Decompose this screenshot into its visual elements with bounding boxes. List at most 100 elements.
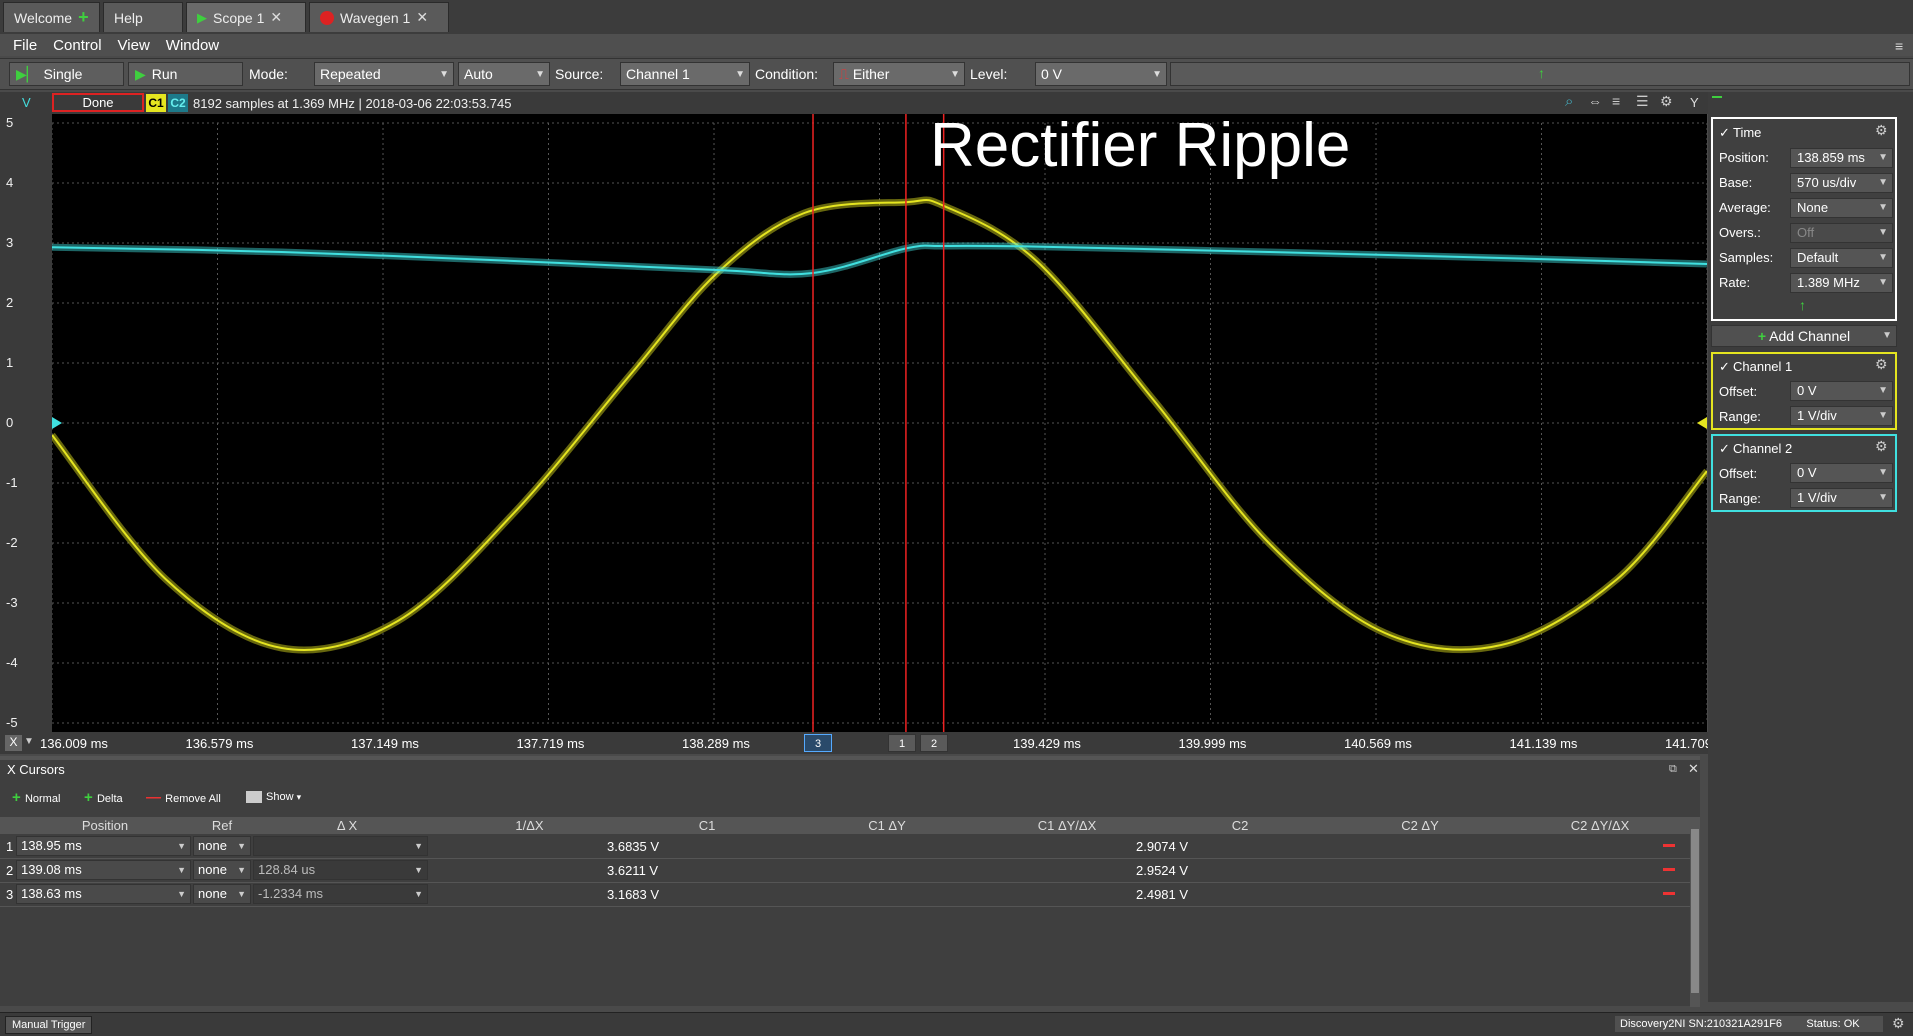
mode-select[interactable]: Repeated ▼ [314, 62, 454, 86]
gear-icon[interactable]: ⚙ [1875, 122, 1888, 139]
c1-badge[interactable]: C1 [146, 94, 166, 112]
time-row-field[interactable]: 570 us/div ▼ [1790, 173, 1893, 193]
remove-cursor-icon[interactable] [1663, 844, 1675, 847]
position-field[interactable]: 139.08 ms ▼ [16, 860, 191, 880]
manual-trigger-button[interactable]: Manual Trigger [5, 1016, 93, 1034]
y-side-label[interactable]: Y [1690, 95, 1699, 110]
position-field[interactable]: 138.63 ms ▼ [16, 884, 191, 904]
delta-x-field[interactable]: 128.84 us ▼ [253, 860, 428, 880]
show-button[interactable]: Show ▾ [246, 791, 301, 804]
channel-2-range-field[interactable]: 1 V/div ▼ [1790, 488, 1893, 508]
trigger-level-slider[interactable]: ↑ [1170, 62, 1910, 86]
column-header[interactable]: C2 ΔY/ΔX [1510, 818, 1690, 833]
chevron-down-icon: ▼ [1878, 385, 1888, 396]
time-row-field[interactable]: 138.859 ms ▼ [1790, 148, 1893, 168]
y-tick-label: 0 [6, 415, 14, 430]
tab-help[interactable]: Help [103, 2, 183, 32]
chevron-down-icon: ▼ [439, 69, 449, 80]
menu-window[interactable]: Window [166, 37, 219, 54]
table-row[interactable]: 2 139.08 ms ▼ none ▼ 128.84 us ▼ 3.6211 V 2.9524… [0, 859, 1690, 883]
scrollbar-thumb[interactable] [1691, 829, 1699, 993]
close-icon[interactable]: ✕ [1688, 761, 1699, 777]
plus-icon[interactable]: + [78, 7, 89, 28]
add-channel-button[interactable]: + Add Channel ▼ [1711, 325, 1897, 347]
column-header[interactable]: Position [0, 818, 210, 833]
x-axis-menu-button[interactable]: X [5, 735, 22, 751]
time-row-field[interactable]: Off ▼ [1790, 223, 1893, 243]
x-tick-label: 136.579 ms [185, 736, 254, 751]
time-row-field[interactable]: 1.389 MHz ▼ [1790, 273, 1893, 293]
time-row-field[interactable]: None ▼ [1790, 198, 1893, 218]
table-scrollbar[interactable] [1690, 817, 1700, 1007]
tab-welcome[interactable]: Welcome + [3, 2, 100, 32]
device-info[interactable]: Discovery2NI SN:210321A291F6 [1615, 1016, 1788, 1032]
expand-arrow-icon[interactable]: ↑ [1799, 297, 1806, 313]
cursor-tag-2[interactable]: 2 [920, 734, 948, 752]
ref-select[interactable]: none ▼ [193, 860, 251, 880]
minus-icon: — [146, 789, 166, 806]
list-alt-icon[interactable]: ☰ [1636, 93, 1649, 110]
column-header[interactable]: Ref [192, 818, 252, 833]
close-icon[interactable]: ✕ [270, 9, 282, 26]
channel-2-offset-field[interactable]: 0 V ▼ [1790, 463, 1893, 483]
collapse-icon[interactable] [1712, 96, 1722, 98]
source-label: Source: [555, 66, 604, 82]
chevron-down-icon[interactable]: ▼ [24, 736, 34, 747]
run-button[interactable]: ▶ Run [128, 62, 243, 86]
scope-plot[interactable]: Rectifier Ripple [52, 114, 1707, 732]
check-icon[interactable]: ✓ [1719, 359, 1730, 375]
tab-wavegen-1[interactable]: Wavegen 1 ✕ [309, 2, 449, 32]
column-header[interactable]: C2 ΔY [1330, 818, 1510, 833]
ref-select[interactable]: none ▼ [193, 884, 251, 904]
single-button[interactable]: ▶▏ Single [9, 62, 124, 86]
tab-label: Wavegen 1 [340, 9, 411, 26]
column-header[interactable]: C1 ΔY [797, 818, 977, 833]
table-row[interactable]: 1 138.95 ms ▼ none ▼ ▼ 3.6835 V 2.9074 V [0, 835, 1690, 859]
ref-select[interactable]: none ▼ [193, 836, 251, 856]
column-header[interactable]: C2 [1150, 818, 1330, 833]
gear-icon[interactable]: ⚙ [1892, 1015, 1905, 1032]
menu-control[interactable]: Control [53, 37, 101, 54]
undock-icon[interactable]: ⧉ [1669, 763, 1677, 776]
panel-splitter[interactable] [0, 756, 1700, 760]
delta-x-field[interactable]: -1.2334 ms ▼ [253, 884, 428, 904]
gear-icon[interactable]: ⚙ [1875, 356, 1888, 373]
zoom-icon[interactable]: ⌕ [1565, 93, 1573, 110]
add-normal-cursor-button[interactable]: + Normal [12, 789, 60, 806]
auto-select[interactable]: Auto ▼ [458, 62, 550, 86]
menu-view[interactable]: View [118, 37, 150, 54]
x-tick-label: 141.139 ms [1509, 736, 1578, 751]
cursor-tag-1[interactable]: 1 [888, 734, 916, 752]
table-row[interactable]: 3 138.63 ms ▼ none ▼ -1.2334 ms ▼ 3.1683 V 2.498… [0, 883, 1690, 907]
channel-1-title: Channel 1 [1733, 359, 1793, 374]
channel-1-range-field[interactable]: 1 V/div ▼ [1790, 406, 1893, 426]
cursor-tag-3[interactable]: 3 [804, 734, 832, 752]
delta-x-field[interactable]: ▼ [253, 836, 428, 856]
gear-icon[interactable]: ⚙ [1875, 438, 1888, 455]
check-icon[interactable]: ✓ [1719, 441, 1730, 457]
list-icon[interactable]: ≡ [1612, 93, 1620, 109]
channel-1-offset-field[interactable]: 0 V ▼ [1790, 381, 1893, 401]
zoom-fit-icon[interactable]: ⇔ [1588, 93, 1602, 109]
condition-select[interactable]: ⎍ Either ▼ [833, 62, 965, 86]
remove-all-cursors-button[interactable]: — Remove All [146, 789, 221, 806]
column-header[interactable]: C1 [617, 818, 797, 833]
time-row-label: Position: [1719, 150, 1769, 165]
close-icon[interactable]: ✕ [416, 9, 428, 26]
remove-cursor-icon[interactable] [1663, 868, 1675, 871]
source-select[interactable]: Channel 1 ▼ [620, 62, 750, 86]
remove-cursor-icon[interactable] [1663, 892, 1675, 895]
menu-overflow-icon[interactable]: ≡ [1895, 38, 1903, 54]
add-delta-cursor-button[interactable]: + Delta [84, 789, 123, 806]
level-select[interactable]: 0 V ▼ [1035, 62, 1167, 86]
menu-file[interactable]: File [13, 37, 37, 54]
c2-badge[interactable]: C2 [168, 94, 188, 112]
column-header[interactable]: 1/ΔX [442, 818, 617, 833]
time-row-field[interactable]: Default ▼ [1790, 248, 1893, 268]
position-field[interactable]: 138.95 ms ▼ [16, 836, 191, 856]
tab-scope-1[interactable]: ▶ Scope 1 ✕ [186, 2, 306, 32]
gear-icon[interactable]: ⚙ [1660, 93, 1673, 110]
check-icon[interactable]: ✓ [1719, 125, 1730, 141]
column-header[interactable]: Δ X [252, 818, 442, 833]
column-header[interactable]: C1 ΔY/ΔX [977, 818, 1157, 833]
